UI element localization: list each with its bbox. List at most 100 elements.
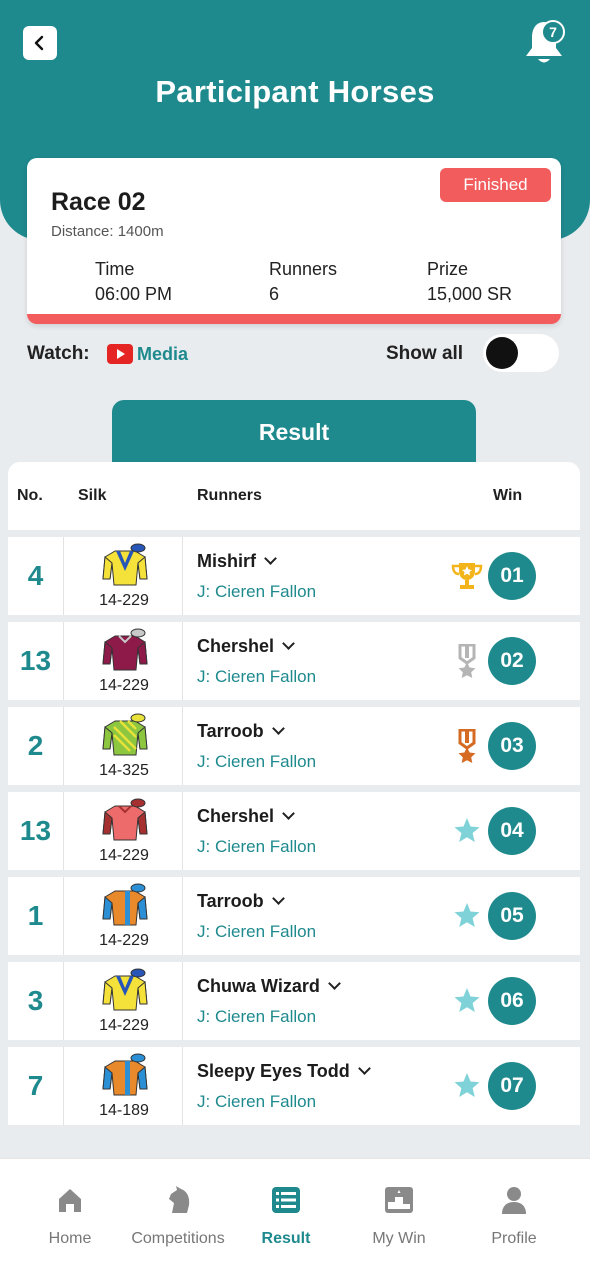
horse-name-dropdown[interactable]: Tarroob <box>197 891 285 912</box>
page-title: Participant Horses <box>155 74 435 109</box>
nav-result[interactable]: Result <box>227 1159 345 1280</box>
runner-number: 3 <box>27 985 44 1016</box>
result-tab[interactable]: Result <box>112 400 476 464</box>
finish-position-badge: 07 <box>488 1062 536 1110</box>
horse-name: Mishirf <box>197 551 257 571</box>
horse-name: Sleepy Eyes Todd <box>197 1061 350 1081</box>
jockey-silk-icon <box>102 883 148 926</box>
notification-badge: 7 <box>541 20 565 44</box>
jockey-name[interactable]: J: Cieren Fallon <box>197 837 316 857</box>
table-row[interactable]: 2 14-325 Tarroob J: Cieren Fallon 03 <box>8 707 580 785</box>
back-button[interactable] <box>23 26 57 60</box>
horse-name-dropdown[interactable]: Chershel <box>197 806 295 827</box>
horse-name-dropdown[interactable]: Tarroob <box>197 721 285 742</box>
nav-label: Home <box>48 1230 92 1247</box>
silk-cell: 14-189 <box>63 1047 183 1125</box>
silk-cell: 14-325 <box>63 707 183 785</box>
runner-number: 13 <box>19 645 52 676</box>
bronze-medal-icon <box>458 729 476 763</box>
jockey-name[interactable]: J: Cieren Fallon <box>197 1007 316 1027</box>
table-row[interactable]: 13 14-229 Chershel J: Cieren Fallon 04 <box>8 792 580 870</box>
finish-position-badge: 05 <box>488 892 536 940</box>
silk-cell: 14-229 <box>63 962 183 1040</box>
runners-value: 6 <box>269 284 280 304</box>
jockey-name[interactable]: J: Cieren Fallon <box>197 582 316 602</box>
star-icon <box>454 818 480 842</box>
silk-cell: 14-229 <box>63 877 183 955</box>
finish-position-badge: 03 <box>488 722 536 770</box>
silk-code: 14-229 <box>99 847 149 864</box>
nav-label: My Win <box>372 1230 426 1247</box>
gold-trophy-icon <box>451 563 483 589</box>
header-no: No. <box>17 487 43 504</box>
nav-home[interactable]: Home <box>11 1159 129 1280</box>
silk-code: 14-229 <box>99 592 149 609</box>
table-row[interactable]: 4 14-229 Mishirf J: Cieren Fallon 01 <box>8 537 580 615</box>
horse-name-dropdown[interactable]: Chuwa Wizard <box>197 976 341 997</box>
nav-label: Profile <box>491 1230 537 1247</box>
jockey-silk-icon <box>102 1053 148 1096</box>
silk-cell: 14-229 <box>63 622 183 700</box>
youtube-icon[interactable] <box>107 344 133 364</box>
jockey-name[interactable]: J: Cieren Fallon <box>197 922 316 942</box>
chevron-down-icon[interactable] <box>271 722 285 735</box>
finish-position-badge: 02 <box>488 637 536 685</box>
show-all-toggle[interactable] <box>483 334 559 372</box>
table-header: No. Silk Runners Win <box>8 462 580 530</box>
status-bar <box>27 314 561 324</box>
horse-name: Tarroob <box>197 721 264 741</box>
jockey-silk-icon <box>102 713 148 756</box>
table-row[interactable]: 7 14-189 Sleepy Eyes Todd J: Cieren Fallon 0… <box>8 1047 580 1125</box>
runner-number: 13 <box>19 815 52 846</box>
chevron-down-icon[interactable] <box>357 1062 371 1075</box>
horse-name-dropdown[interactable]: Mishirf <box>197 551 277 572</box>
home-icon <box>59 1189 81 1212</box>
runner-number: 7 <box>27 1070 44 1101</box>
jockey-name[interactable]: J: Cieren Fallon <box>197 1092 316 1112</box>
horse-name: Chershel <box>197 636 275 656</box>
chevron-left-icon <box>34 35 44 51</box>
silver-medal-icon <box>458 644 476 678</box>
table-row[interactable]: 13 14-229 Chershel J: Cieren Fallon 02 <box>8 622 580 700</box>
time-stat: Time 06:00 PM <box>95 257 172 307</box>
horse-name: Chershel <box>197 806 275 826</box>
horse-name-dropdown[interactable]: Chershel <box>197 636 295 657</box>
chevron-down-icon[interactable] <box>282 637 295 650</box>
jockey-silk-icon <box>102 798 148 841</box>
finish-position-badge: 06 <box>488 977 536 1025</box>
star-icon <box>454 988 480 1012</box>
watch-label: Watch: <box>27 343 90 364</box>
chevron-down-icon[interactable] <box>271 892 285 905</box>
user-icon <box>502 1187 526 1214</box>
jockey-silk-icon <box>102 628 148 671</box>
race-distance: Distance: 1400m <box>51 223 164 240</box>
nav-label: Competitions <box>131 1230 225 1247</box>
jockey-name[interactable]: J: Cieren Fallon <box>197 752 316 772</box>
time-value: 06:00 PM <box>95 284 173 304</box>
table-row[interactable]: 1 14-229 Tarroob J: Cieren Fallon 05 <box>8 877 580 955</box>
chevron-down-icon[interactable] <box>282 807 295 820</box>
runners-label: Runners <box>269 259 338 279</box>
jockey-silk-icon <box>102 543 148 586</box>
horse-name: Chuwa Wizard <box>197 976 320 996</box>
runner-number: 4 <box>27 560 44 591</box>
chevron-down-icon[interactable] <box>327 977 341 990</box>
status-badge: Finished <box>440 168 551 202</box>
show-all-label: Show all <box>386 343 464 364</box>
runner-number: 2 <box>27 730 44 761</box>
nav-competitions[interactable]: Competitions <box>119 1159 237 1280</box>
star-icon <box>454 903 480 927</box>
header-silk: Silk <box>78 487 107 504</box>
header-runners: Runners <box>197 487 262 504</box>
nav-my-win[interactable]: My Win <box>340 1159 458 1280</box>
chevron-down-icon[interactable] <box>264 552 277 565</box>
prize-label: Prize <box>427 259 469 279</box>
race-info-card: Race 02 Distance: 1400m Finished Time 06… <box>27 158 561 324</box>
horse-name-dropdown[interactable]: Sleepy Eyes Todd <box>197 1061 371 1082</box>
jockey-name[interactable]: J: Cieren Fallon <box>197 667 316 687</box>
prize-stat: Prize 15,000 SR <box>427 257 512 307</box>
media-link[interactable]: Media <box>137 344 188 365</box>
nav-profile[interactable]: Profile <box>455 1159 573 1280</box>
finish-position-badge: 04 <box>488 807 536 855</box>
table-row[interactable]: 3 14-229 Chuwa Wizard J: Cieren Fallon 06 <box>8 962 580 1040</box>
